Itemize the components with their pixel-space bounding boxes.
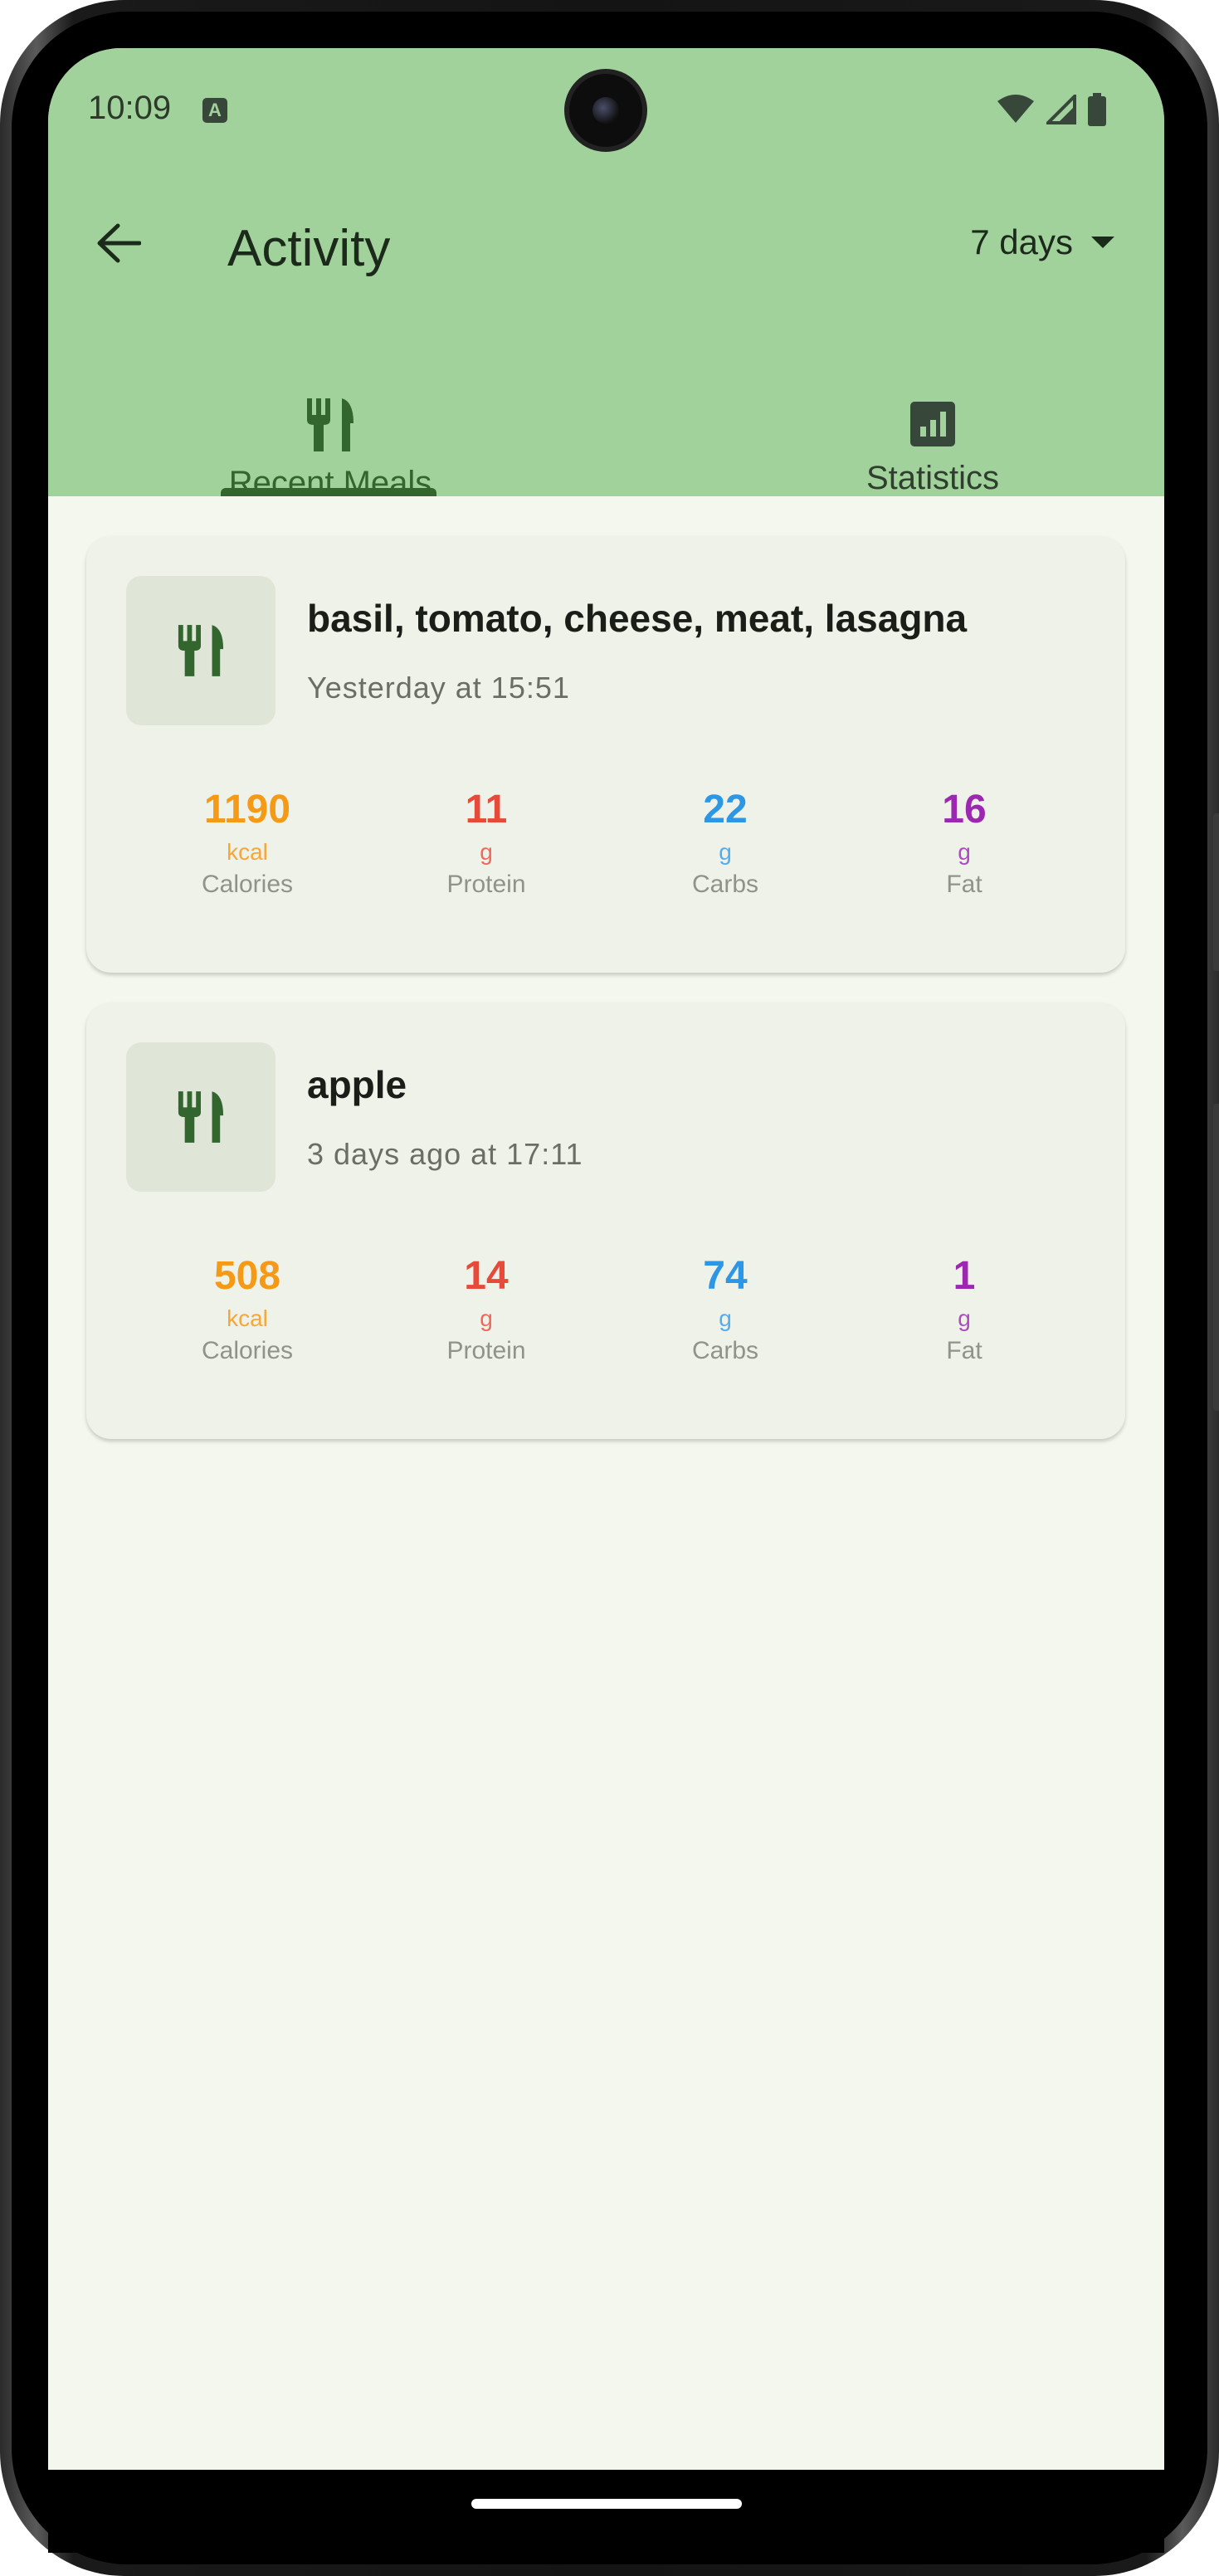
arrow-left-icon [97,223,141,263]
protein-unit: g [480,1305,493,1331]
nutrient-fat: 1 g Fat [873,1253,1056,1365]
toolbar: Activity 7 days [48,181,1164,305]
status-time: 10:09 [88,90,172,126]
protein-label: Protein [446,1337,526,1364]
fork-knife-icon [178,1091,224,1143]
carbs-value: 74 [703,1254,748,1298]
battery-icon [1088,93,1106,126]
dropdown-caret-icon [1091,237,1114,248]
protein-value: 14 [464,1254,509,1298]
cellular-icon [1046,95,1076,124]
protein-label: Protein [446,871,526,898]
carbs-value: 22 [703,788,748,832]
fat-unit: g [958,1305,971,1331]
wifi-icon [997,95,1034,123]
back-button[interactable] [81,206,156,281]
page-title: Activity [227,220,391,277]
screen: 10:09 A Activity 7 days Recent Meals Sta… [48,48,1164,2470]
carbs-unit: g [719,839,732,865]
nutrient-calories: 1190 kcal Calories [156,787,339,899]
fat-value: 16 [942,788,987,832]
meal-card[interactable]: basil, tomato, cheese, meat, lasagna Yes… [86,536,1125,973]
fat-label: Fat [946,1337,983,1364]
nutrient-calories: 508 kcal Calories [156,1253,339,1365]
app-bar: 10:09 A Activity 7 days Recent Meals Sta… [48,48,1164,501]
period-dropdown[interactable]: 7 days [970,222,1114,262]
calories-unit: kcal [227,1305,268,1331]
nutrient-protein: 14 g Protein [395,1253,578,1365]
meal-card[interactable]: apple 3 days ago at 17:11 508 kcal Calor… [86,1003,1125,1439]
carbs-label: Carbs [691,1337,759,1364]
tab-statistics[interactable]: Statistics [700,339,1164,496]
home-gesture-handle[interactable] [471,2499,742,2509]
power-button [1213,813,1219,971]
nutrient-protein: 11 g Protein [395,787,578,899]
calories-value: 508 [213,1254,281,1298]
meal-list: basil, tomato, cheese, meat, lasagna Yes… [48,496,1164,2470]
nutrient-carbs: 74 g Carbs [634,1253,817,1365]
protein-value: 11 [465,788,508,832]
fat-value: 1 [953,1254,976,1298]
meal-name: apple [307,1063,407,1106]
tab-bar: Recent Meals Statistics [48,339,1164,501]
front-camera [569,74,642,147]
meal-thumbnail [126,1042,275,1192]
meal-name: basil, tomato, cheese, meat, lasagna [307,597,968,640]
nutrient-fat: 16 g Fat [873,787,1056,899]
tab-statistics-label: Statistics [865,460,1000,496]
protein-unit: g [480,839,493,865]
period-label: 7 days [970,222,1073,261]
fork-knife-icon [178,625,224,676]
fat-unit: g [958,839,971,865]
calories-unit: kcal [227,839,268,865]
navigation-bar [48,2470,1164,2553]
text-a-icon: A [202,98,227,123]
calories-value: 1190 [203,788,291,832]
fork-knife-icon [307,398,354,451]
status-bar: 10:09 A [48,48,1164,181]
tab-recent-meals[interactable]: Recent Meals [98,339,563,501]
volume-button [1213,1104,1219,1411]
calories-label: Calories [201,1337,294,1364]
nutrient-carbs: 22 g Carbs [634,787,817,899]
carbs-label: Carbs [691,871,759,898]
tab-indicator [221,488,436,496]
meal-thumbnail [126,576,275,725]
bar-chart-icon [910,402,955,446]
meal-time: 3 days ago at 17:11 [307,1137,583,1171]
calories-label: Calories [201,871,294,898]
fat-label: Fat [946,871,983,898]
meal-time: Yesterday at 15:51 [307,671,570,705]
carbs-unit: g [719,1305,732,1331]
system-icons [997,93,1106,126]
